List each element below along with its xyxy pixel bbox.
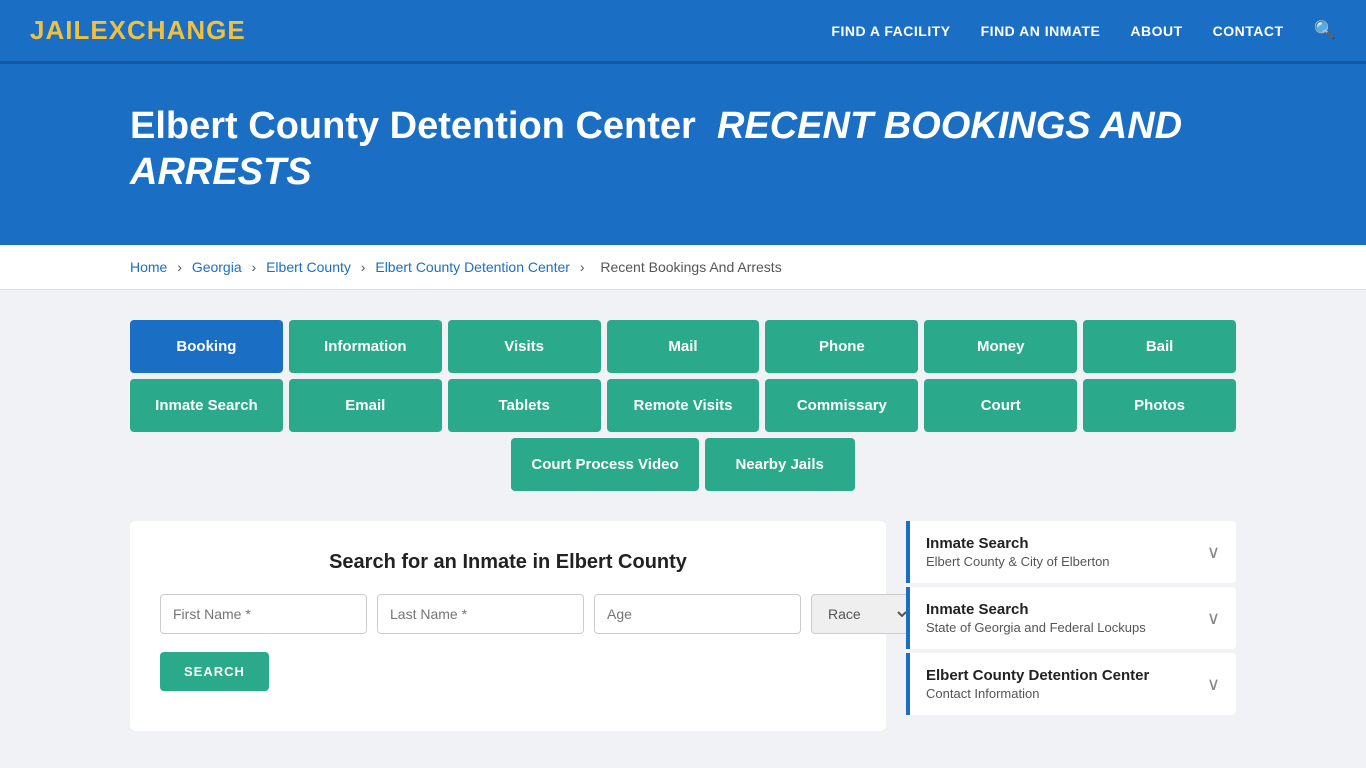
first-name-input[interactable] [160,594,367,634]
sidebar-item-2-title: Inmate Search [926,601,1197,618]
tab-booking[interactable]: Booking [130,320,283,373]
tab-bail[interactable]: Bail [1083,320,1236,373]
sidebar-item-3-sub: Contact Information [926,686,1197,701]
tab-row-2: Inmate Search Email Tablets Remote Visit… [130,379,1236,432]
site-logo[interactable]: JAILEXCHANGE [30,15,246,46]
sidebar-item-2-sub: State of Georgia and Federal Lockups [926,620,1197,635]
nav-links: FIND A FACILITY FIND AN INMATE ABOUT CON… [831,20,1336,41]
tab-mail[interactable]: Mail [607,320,760,373]
hero-section: Elbert County Detention Center RECENT BO… [0,64,1366,245]
tab-information[interactable]: Information [289,320,442,373]
search-fields: Race White Black Hispanic Asian Other [160,594,856,634]
race-select[interactable]: Race White Black Hispanic Asian Other [811,594,911,634]
logo-exchange: EXCHANGE [90,15,245,45]
lower-section: Search for an Inmate in Elbert County Ra… [130,521,1236,731]
tab-row-1: Booking Information Visits Mail Phone Mo… [130,320,1236,373]
tab-tablets[interactable]: Tablets [448,379,601,432]
tab-remote-visits[interactable]: Remote Visits [607,379,760,432]
main-content: Booking Information Visits Mail Phone Mo… [0,290,1366,761]
tab-nearby-jails[interactable]: Nearby Jails [705,438,855,491]
tab-money[interactable]: Money [924,320,1077,373]
sidebar-item-1-title: Inmate Search [926,535,1197,552]
sidebar-item-2[interactable]: Inmate Search State of Georgia and Feder… [906,587,1236,649]
tab-row-3: Court Process Video Nearby Jails [130,438,1236,491]
chevron-down-icon-3: ∨ [1207,674,1220,695]
tab-phone[interactable]: Phone [765,320,918,373]
nav-search-button[interactable]: 🔍 [1314,20,1336,41]
sidebar: Inmate Search Elbert County & City of El… [906,521,1236,719]
chevron-down-icon-1: ∨ [1207,542,1220,563]
breadcrumb: Home › Georgia › Elbert County › Elbert … [0,245,1366,290]
tabs-section: Booking Information Visits Mail Phone Mo… [130,320,1236,491]
search-button[interactable]: SEARCH [160,652,269,691]
breadcrumb-home[interactable]: Home [130,259,167,275]
sidebar-item-1[interactable]: Inmate Search Elbert County & City of El… [906,521,1236,583]
breadcrumb-georgia[interactable]: Georgia [192,259,242,275]
age-input[interactable] [594,594,801,634]
navbar: JAILEXCHANGE FIND A FACILITY FIND AN INM… [0,0,1366,64]
sidebar-item-3[interactable]: Elbert County Detention Center Contact I… [906,653,1236,715]
tab-email[interactable]: Email [289,379,442,432]
breadcrumb-detention-center[interactable]: Elbert County Detention Center [375,259,570,275]
nav-about[interactable]: ABOUT [1130,23,1182,39]
nav-contact[interactable]: CONTACT [1213,23,1284,39]
sidebar-item-1-sub: Elbert County & City of Elberton [926,554,1197,569]
search-title: Search for an Inmate in Elbert County [160,551,856,574]
breadcrumb-elbert-county[interactable]: Elbert County [266,259,351,275]
tab-court[interactable]: Court [924,379,1077,432]
search-box: Search for an Inmate in Elbert County Ra… [130,521,886,731]
chevron-down-icon-2: ∨ [1207,608,1220,629]
tab-visits[interactable]: Visits [448,320,601,373]
last-name-input[interactable] [377,594,584,634]
tab-inmate-search[interactable]: Inmate Search [130,379,283,432]
breadcrumb-current: Recent Bookings And Arrests [600,259,781,275]
tab-court-process[interactable]: Court Process Video [511,438,698,491]
logo-jail: JAIL [30,15,90,45]
tab-commissary[interactable]: Commissary [765,379,918,432]
sidebar-item-3-title: Elbert County Detention Center [926,667,1197,684]
tab-photos[interactable]: Photos [1083,379,1236,432]
nav-find-facility[interactable]: FIND A FACILITY [831,23,950,39]
nav-find-inmate[interactable]: FIND AN INMATE [981,23,1101,39]
page-title: Elbert County Detention Center RECENT BO… [130,104,1336,195]
